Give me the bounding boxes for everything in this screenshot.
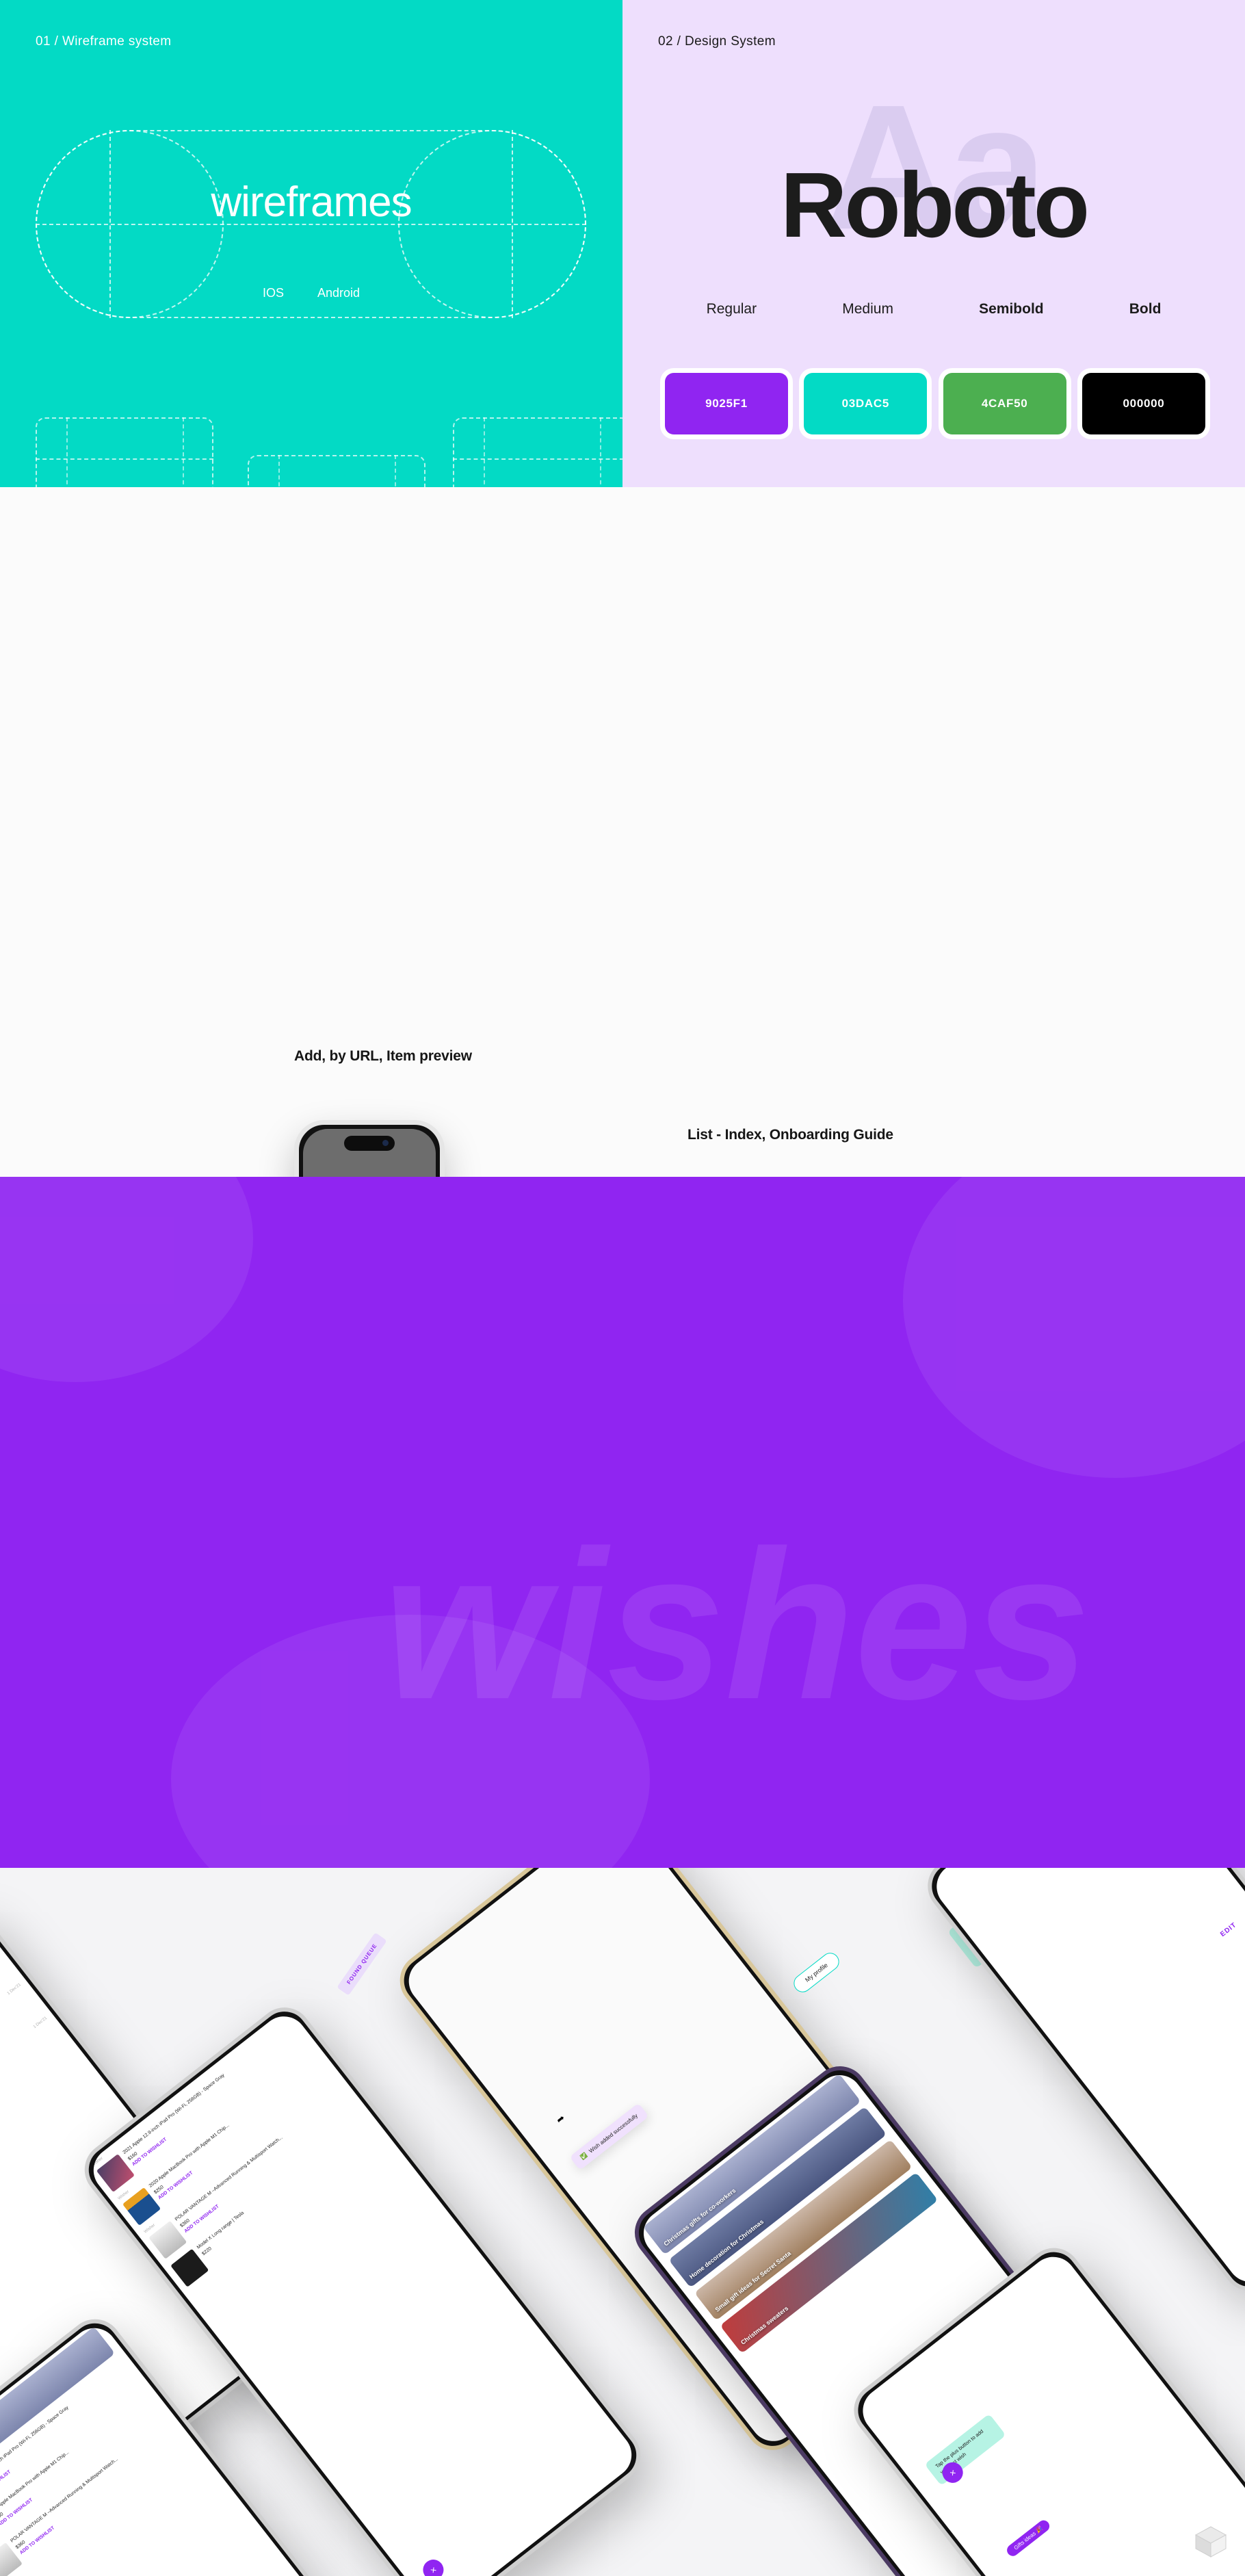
font-weights-row: Regular Medium Semibold Bold <box>622 301 1245 317</box>
font-name-title: Roboto <box>780 153 1090 257</box>
swatch-black: 000000 <box>1082 373 1205 434</box>
wireframe-box-line-3 <box>453 458 622 460</box>
success-toast: ✅ Wish added successfully <box>569 2103 649 2171</box>
weight-medium: Medium <box>842 301 893 317</box>
platform-ios: IOS <box>262 286 284 300</box>
wireframe-box-line-1 <box>36 458 213 460</box>
hero-section: 01 / Wireframe system wireframes IOS And… <box>0 0 1245 487</box>
wireframe-box-2 <box>248 455 425 487</box>
share-icon[interactable]: ➦ <box>554 2112 568 2126</box>
wireframe-box-vline-5 <box>484 417 485 487</box>
wireframe-box-1 <box>36 417 213 487</box>
purple-section: wishes List - Collection, Notifications … <box>0 1177 1245 1868</box>
first-wish-tip: Tap the plus button to add your first wi… <box>924 2413 1006 2486</box>
showcase-section: Add, by URL, Item preview List - Index, … <box>0 487 1245 1177</box>
weight-bold: Bold <box>1129 301 1162 317</box>
swatch-primary-purple: 9025F1 <box>665 373 788 434</box>
wireframe-boxes <box>36 417 622 487</box>
label-add-by-url: Add, by URL, Item preview <box>294 1048 472 1064</box>
wireframe-box-vline-2 <box>183 417 184 487</box>
swatch-teal: 03DAC5 <box>804 373 928 434</box>
swatch-green: 4CAF50 <box>943 373 1066 434</box>
preview-phone-screen: All ☆ ☆ ☆ So <box>303 1129 436 1177</box>
blob-2 <box>903 1177 1245 1478</box>
design-system-panel: 02 / Design System Aa Roboto Regular Med… <box>622 0 1245 487</box>
watermark-text: wishes <box>383 1506 1090 1743</box>
collection-card-title: Christmas sweaters <box>739 2304 790 2346</box>
blob-1 <box>0 1177 253 1382</box>
wireframe-panel: 01 / Wireframe system wireframes IOS And… <box>0 0 622 487</box>
collage-section: Amazon 1 Dec'21 Nintendo Switch with Neo… <box>0 1868 1245 2576</box>
wireframe-box-vline-1 <box>66 417 68 487</box>
check-icon: ✅ <box>579 2152 589 2161</box>
found-queue-tab[interactable]: FOUND QUEUE <box>337 1932 387 1996</box>
label-list-onboarding: List - Index, Onboarding Guide <box>687 1127 893 1143</box>
design-system-kicker: 02 / Design System <box>658 34 776 49</box>
wireframe-title: wireframes <box>211 179 412 226</box>
wireframe-box-vline-3 <box>278 455 280 487</box>
weight-regular: Regular <box>706 301 757 317</box>
close-fab[interactable]: × <box>419 2555 448 2576</box>
my-profile-chip[interactable]: My profile <box>790 1949 843 1996</box>
cube-icon <box>1194 2526 1227 2558</box>
wireframe-box-3 <box>453 417 622 487</box>
color-swatches: 9025F1 03DAC5 4CAF50 000000 <box>665 373 1205 434</box>
weight-semibold: Semibold <box>979 301 1044 317</box>
dynamic-island <box>344 1136 395 1151</box>
platform-android: Android <box>317 286 361 300</box>
preview-phone: All ☆ ☆ ☆ So <box>294 1120 445 1177</box>
chip-gifts-ideas[interactable]: Gifts ideas 🎉 <box>1004 2518 1052 2559</box>
edit-button[interactable]: EDIT <box>1219 1921 1238 1938</box>
wireframe-box-vline-4 <box>395 455 396 487</box>
wireframe-platforms: IOS Android <box>0 286 622 300</box>
wireframe-box-vline-6 <box>600 417 601 487</box>
toast-text: Wish added successfully <box>588 2112 639 2155</box>
wireframe-kicker: 01 / Wireframe system <box>36 34 172 49</box>
